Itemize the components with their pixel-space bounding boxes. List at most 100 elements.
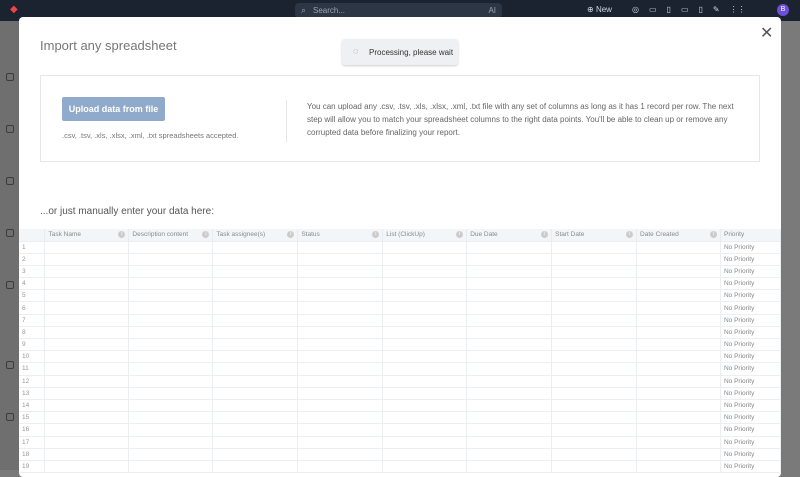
table-cell[interactable] <box>212 362 299 376</box>
table-cell[interactable] <box>297 350 384 364</box>
column-header[interactable]: Task Name i <box>44 229 130 241</box>
table-cell[interactable] <box>44 313 130 327</box>
new-button[interactable]: ⊕ New <box>587 5 612 14</box>
table-cell[interactable] <box>382 264 468 279</box>
table-cell[interactable] <box>212 386 299 400</box>
table-cell[interactable] <box>551 362 638 376</box>
table-cell[interactable] <box>128 264 214 279</box>
info-icon[interactable]: i <box>372 231 380 238</box>
info-icon[interactable]: i <box>626 231 634 238</box>
table-cell[interactable] <box>297 252 384 266</box>
table-cell[interactable] <box>466 423 553 437</box>
table-cell[interactable] <box>382 301 468 315</box>
column-header[interactable]: Priority <box>720 229 782 241</box>
info-icon[interactable]: i <box>709 231 717 238</box>
table-cell[interactable] <box>128 240 214 254</box>
table-cell[interactable] <box>636 386 721 400</box>
table-cell[interactable]: No Priority <box>719 386 782 400</box>
table-cell[interactable]: No Priority <box>719 398 782 413</box>
clipboard-icon[interactable]: ▯ <box>667 5 671 14</box>
table-cell[interactable] <box>636 398 721 413</box>
table-cell[interactable] <box>551 386 638 400</box>
column-header[interactable]: Due Date i <box>466 229 553 241</box>
table-cell[interactable] <box>297 411 384 425</box>
table-cell[interactable] <box>551 459 638 474</box>
table-cell[interactable] <box>636 264 721 279</box>
table-cell[interactable] <box>382 362 468 376</box>
table-cell[interactable] <box>636 337 721 352</box>
column-header[interactable]: List (ClickUp) i <box>382 229 468 241</box>
check-icon[interactable]: ◎ <box>632 5 639 14</box>
table-cell[interactable] <box>44 423 130 437</box>
table-cell[interactable] <box>551 435 638 449</box>
table-cell[interactable] <box>44 289 130 303</box>
table-cell[interactable] <box>212 459 299 474</box>
table-cell[interactable] <box>128 325 214 340</box>
table-cell[interactable] <box>382 277 468 291</box>
table-cell[interactable] <box>297 289 384 303</box>
table-cell[interactable]: No Priority <box>719 252 782 266</box>
column-header[interactable]: Status i <box>297 229 384 241</box>
sidebar-icon[interactable] <box>6 73 14 81</box>
doc-icon[interactable]: ▯ <box>699 5 703 14</box>
table-cell[interactable] <box>128 313 214 327</box>
table-cell[interactable] <box>297 301 384 315</box>
table-cell[interactable]: No Priority <box>719 362 782 376</box>
table-cell[interactable] <box>551 423 638 437</box>
table-cell[interactable] <box>297 435 384 449</box>
table-cell[interactable] <box>382 252 468 266</box>
table-cell[interactable] <box>466 459 553 474</box>
calendar-icon[interactable]: ▭ <box>649 5 657 14</box>
table-cell[interactable] <box>212 277 299 291</box>
column-header[interactable]: Description content i <box>128 229 214 241</box>
sidebar-icon[interactable] <box>6 177 14 185</box>
table-cell[interactable] <box>636 374 721 388</box>
apps-icon[interactable]: ⋮⋮ <box>730 5 746 14</box>
table-cell[interactable] <box>128 337 214 352</box>
table-cell[interactable] <box>44 252 130 266</box>
table-cell[interactable] <box>44 362 130 376</box>
table-cell[interactable] <box>128 386 214 400</box>
table-cell[interactable]: No Priority <box>719 411 782 425</box>
table-cell[interactable] <box>466 289 553 303</box>
table-cell[interactable] <box>297 398 384 413</box>
info-icon[interactable]: i <box>202 231 210 238</box>
table-cell[interactable] <box>212 301 299 315</box>
table-cell[interactable]: No Priority <box>719 447 782 461</box>
table-cell[interactable] <box>466 301 553 315</box>
table-cell[interactable] <box>382 435 468 449</box>
table-cell[interactable]: No Priority <box>719 435 782 449</box>
table-cell[interactable] <box>636 447 721 461</box>
table-cell[interactable] <box>212 435 299 449</box>
table-cell[interactable] <box>382 350 468 364</box>
table-cell[interactable] <box>212 240 299 254</box>
table-cell[interactable]: No Priority <box>719 313 782 327</box>
ai-button[interactable]: AI <box>488 6 496 15</box>
table-cell[interactable] <box>636 411 721 425</box>
table-cell[interactable] <box>297 325 384 340</box>
table-cell[interactable] <box>636 350 721 364</box>
table-cell[interactable] <box>297 423 384 437</box>
table-cell[interactable] <box>466 313 553 327</box>
table-cell[interactable] <box>44 325 130 340</box>
table-cell[interactable] <box>297 313 384 327</box>
table-cell[interactable] <box>466 277 553 291</box>
table-cell[interactable] <box>551 447 638 461</box>
table-cell[interactable] <box>466 386 553 400</box>
table-cell[interactable] <box>466 447 553 461</box>
table-cell[interactable] <box>128 362 214 376</box>
table-cell[interactable] <box>212 325 299 340</box>
table-cell[interactable]: No Priority <box>719 264 782 279</box>
info-icon[interactable]: i <box>456 231 464 238</box>
table-cell[interactable] <box>551 264 638 279</box>
table-cell[interactable]: No Priority <box>719 277 782 291</box>
table-cell[interactable] <box>636 362 721 376</box>
table-cell[interactable] <box>128 252 214 266</box>
table-cell[interactable] <box>212 289 299 303</box>
table-cell[interactable] <box>44 459 130 474</box>
table-cell[interactable] <box>382 411 468 425</box>
table-cell[interactable] <box>551 252 638 266</box>
table-cell[interactable] <box>382 240 468 254</box>
upload-button[interactable]: Upload data from file <box>62 97 165 121</box>
table-cell[interactable] <box>44 435 130 449</box>
